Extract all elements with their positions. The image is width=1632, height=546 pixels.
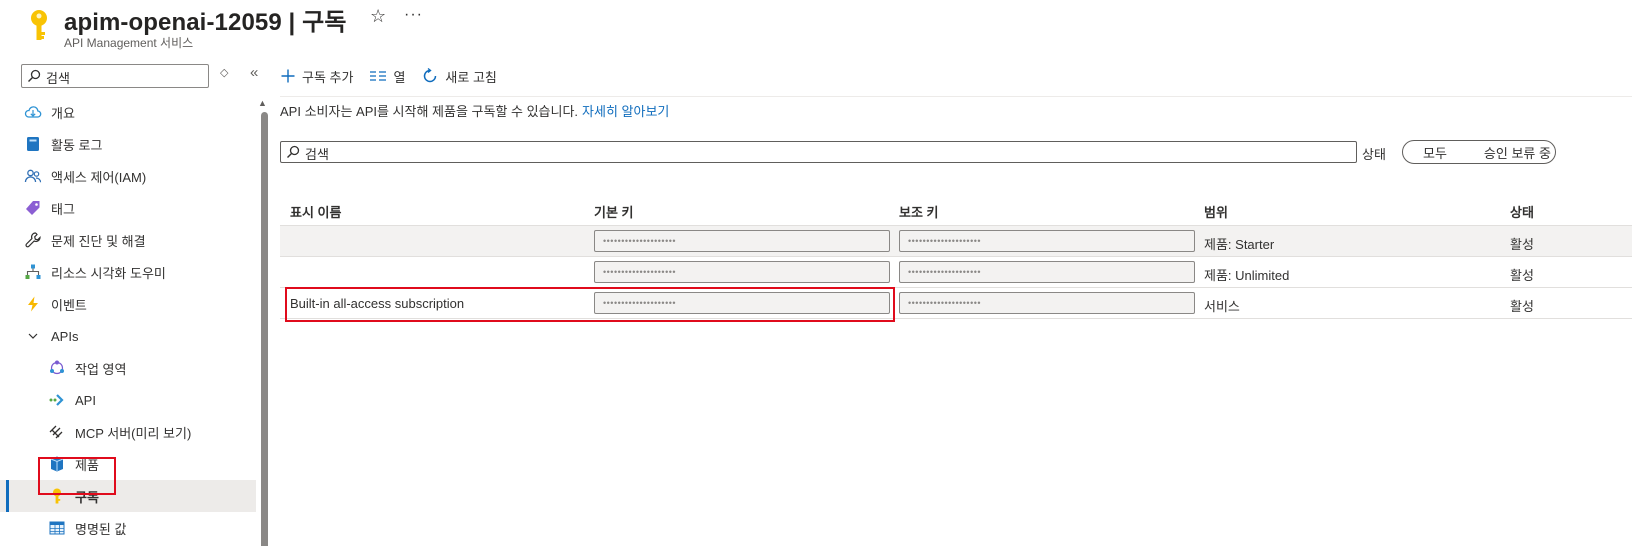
hierarchy-icon <box>24 263 42 281</box>
sidebar-item-iam[interactable]: 액세스 제어(IAM) <box>0 160 256 192</box>
sidebar-item-resource-visualizer[interactable]: 리소스 시각화 도우미 <box>0 256 256 288</box>
plus-icon <box>280 68 296 84</box>
page-subtitle: API Management 서비스 <box>64 36 194 50</box>
scroll-up-icon[interactable]: ▲ <box>258 98 267 108</box>
primary-key-field[interactable]: •••••••••••••••••••• <box>594 292 890 314</box>
lightning-icon <box>24 295 42 313</box>
refresh-button[interactable]: 새로 고침 <box>421 67 497 86</box>
cell-status: 활성 <box>1510 299 1534 314</box>
cloud-icon <box>24 103 42 121</box>
sidebar-item-mcp-servers[interactable]: MCP 서버(미리 보기) <box>0 416 256 448</box>
table-row[interactable]: •••••••••••••••••••• •••••••••••••••••••… <box>280 226 1632 257</box>
column-header-secondary-key[interactable]: 보조 키 <box>899 202 939 221</box>
column-header-display-name[interactable]: 표시 이름 <box>290 202 341 221</box>
sidebar-search-placeholder: 검색 <box>46 71 70 86</box>
people-icon <box>24 167 42 185</box>
expand-collapse-icon[interactable]: ◇ <box>220 66 228 79</box>
cell-status: 활성 <box>1510 237 1534 252</box>
cell-display-name: Built-in all-access subscription <box>290 296 465 311</box>
table-row[interactable]: Built-in all-access subscription •••••••… <box>280 288 1632 319</box>
chevron-down-icon <box>24 327 42 345</box>
api-arrow-icon <box>48 391 66 409</box>
key-icon <box>31 10 47 40</box>
key-icon <box>48 487 66 505</box>
scrollbar-thumb[interactable] <box>261 112 268 546</box>
status-filter-label: 상태 <box>1362 147 1386 162</box>
primary-key-field[interactable]: •••••••••••••••••••• <box>594 261 890 283</box>
collapse-sidebar-icon[interactable]: « <box>250 64 258 81</box>
columns-button[interactable]: 열 <box>369 67 405 86</box>
table-icon <box>48 519 66 537</box>
sidebar-item-workspaces[interactable]: 작업 영역 <box>0 352 256 384</box>
book-icon <box>24 135 42 153</box>
mcp-icon <box>48 423 66 441</box>
refresh-icon <box>421 67 439 85</box>
sidebar-nav: 개요 활동 로그 액세스 제어(IAM) 태그 문제 진단 및 해결 리소스 시… <box>0 96 256 544</box>
secondary-key-field[interactable]: •••••••••••••••••••• <box>899 292 1195 314</box>
cell-scope: 제품: Unlimited <box>1204 268 1290 283</box>
column-header-status[interactable]: 상태 <box>1510 202 1534 221</box>
toolbar: 구독 추가 열 새로 고침 <box>280 60 513 92</box>
sidebar-item-tags[interactable]: 태그 <box>0 192 256 224</box>
secondary-key-field[interactable]: •••••••••••••••••••• <box>899 261 1195 283</box>
learn-more-link[interactable]: 자세히 알아보기 <box>582 104 669 119</box>
wrench-icon <box>24 231 42 249</box>
search-input[interactable]: 검색 <box>280 141 1357 163</box>
toolbar-divider <box>280 96 1632 97</box>
workspace-icon <box>48 359 66 377</box>
sidebar-item-subscriptions[interactable]: 구독 <box>0 480 256 512</box>
sidebar-item-products[interactable]: 제품 <box>0 448 256 480</box>
search-icon <box>287 145 300 158</box>
tag-icon <box>24 199 42 217</box>
search-placeholder: 검색 <box>305 147 329 162</box>
subscriptions-table: 표시 이름 기본 키 보조 키 범위 상태 ••••••••••••••••••… <box>280 194 1632 319</box>
sidebar-item-activity-log[interactable]: 활동 로그 <box>0 128 256 160</box>
status-option-pending[interactable]: 승인 보류 중 <box>1484 143 1551 162</box>
cell-scope: 제품: Starter <box>1204 237 1275 252</box>
favorite-star-icon[interactable]: ☆ <box>370 6 386 27</box>
cell-scope: 서비스 <box>1204 299 1240 314</box>
cube-icon <box>48 455 66 473</box>
search-icon <box>28 69 41 82</box>
sidebar-item-diagnose[interactable]: 문제 진단 및 해결 <box>0 224 256 256</box>
main-content: 구독 추가 열 새로 고침 API 소비자는 API를 시작해 제품을 구독할 … <box>280 56 1632 546</box>
info-description: API 소비자는 API를 시작해 제품을 구독할 수 있습니다. <box>280 104 579 119</box>
status-option-all[interactable]: 모두 <box>1423 143 1447 162</box>
column-header-primary-key[interactable]: 기본 키 <box>594 202 634 221</box>
status-filter-toggle[interactable]: 모두 승인 보류 중 <box>1402 140 1556 164</box>
add-subscription-button[interactable]: 구독 추가 <box>280 67 353 86</box>
column-header-scope[interactable]: 범위 <box>1204 202 1228 221</box>
sidebar: 검색 ◇ « 개요 활동 로그 액세스 제어(IAM) 태그 문제 진단 및 해… <box>0 56 270 546</box>
secondary-key-field[interactable]: •••••••••••••••••••• <box>899 230 1195 252</box>
page-title: apim-openai-12059 | 구독 <box>64 9 347 36</box>
sidebar-item-api[interactable]: API <box>0 384 256 416</box>
sidebar-scrollbar[interactable]: ▲ <box>256 98 270 546</box>
cell-status: 활성 <box>1510 268 1534 283</box>
more-options-icon[interactable]: ··· <box>404 6 423 24</box>
table-row[interactable]: •••••••••••••••••••• •••••••••••••••••••… <box>280 257 1632 288</box>
page-header: apim-openai-12059 | 구독 API Management 서비… <box>0 0 1632 56</box>
sidebar-search-input[interactable]: 검색 <box>21 64 209 88</box>
primary-key-field[interactable]: •••••••••••••••••••• <box>594 230 890 252</box>
sidebar-item-named-values[interactable]: 명명된 값 <box>0 512 256 544</box>
sidebar-item-apis-group[interactable]: APIs <box>0 320 256 352</box>
sidebar-item-events[interactable]: 이벤트 <box>0 288 256 320</box>
table-header: 표시 이름 기본 키 보조 키 범위 상태 <box>280 194 1632 226</box>
info-text: API 소비자는 API를 시작해 제품을 구독할 수 있습니다. 자세히 알아보… <box>280 101 669 120</box>
sidebar-item-overview[interactable]: 개요 <box>0 96 256 128</box>
columns-icon <box>369 69 387 83</box>
